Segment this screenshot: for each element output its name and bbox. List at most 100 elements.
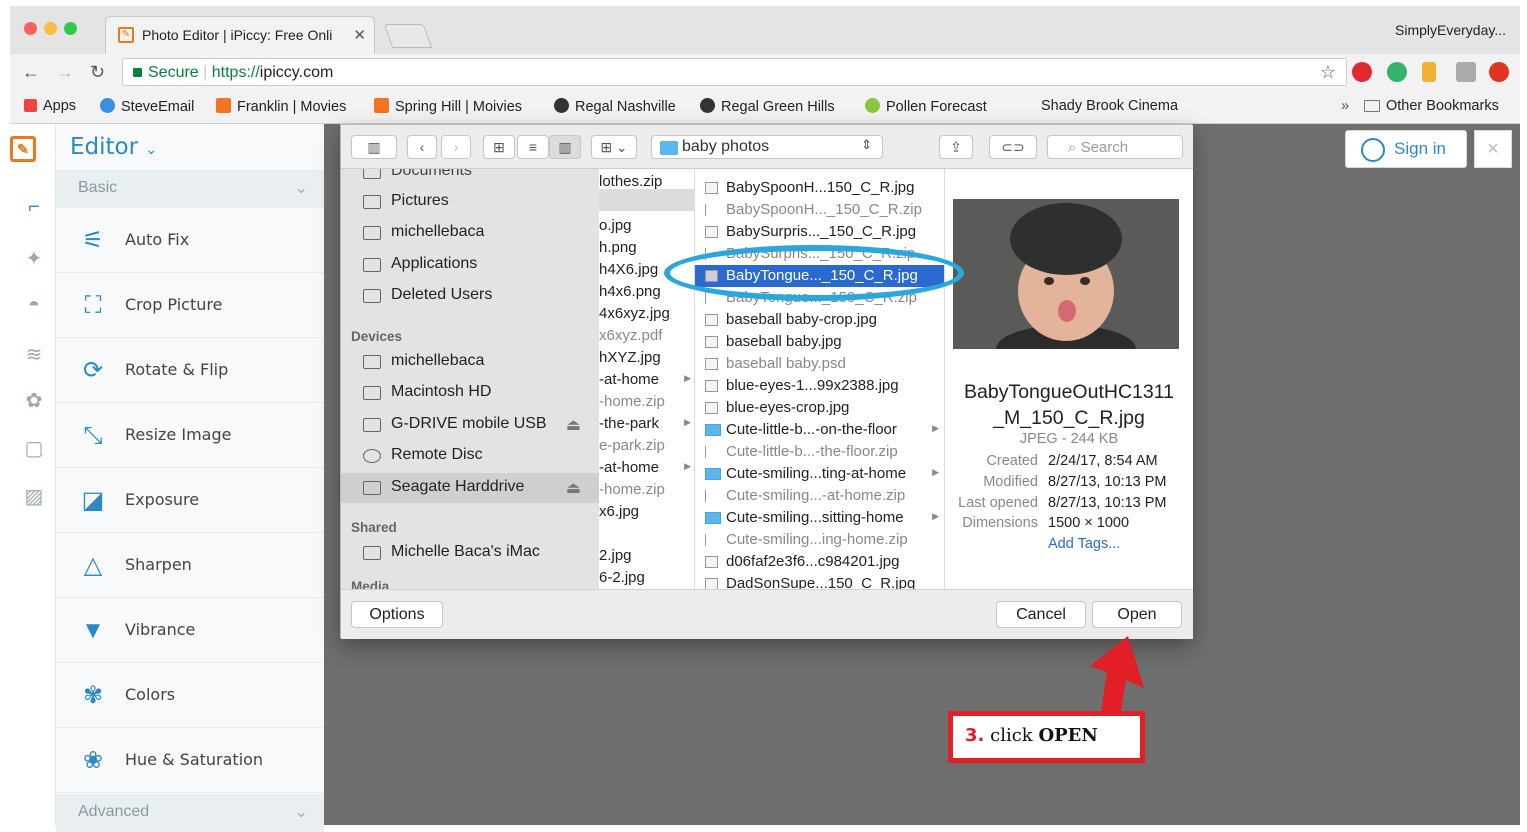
- section-basic[interactable]: Basic ⌄: [56, 170, 324, 208]
- icon-view-icon[interactable]: ⊞: [483, 135, 515, 159]
- magic-wand-rail-icon[interactable]: ✦: [22, 246, 46, 270]
- list-item[interactable]: hXYZ.jpg: [599, 349, 694, 366]
- back-icon[interactable]: ←: [22, 62, 40, 83]
- sign-in-button[interactable]: Sign in: [1345, 130, 1467, 168]
- file-row[interactable]: blue-eyes-crop.jpg: [695, 397, 944, 419]
- tool-sharpen[interactable]: △ Sharpen: [56, 533, 324, 598]
- frame-rail-icon[interactable]: ▢: [22, 436, 46, 460]
- list-item[interactable]: 2.jpg: [599, 547, 694, 564]
- back-icon[interactable]: ‹: [407, 135, 437, 159]
- file-row[interactable]: baseball baby-crop.jpg: [695, 309, 944, 331]
- face-rail-icon[interactable]: ◓: [22, 294, 46, 318]
- close-editor-button[interactable]: ×: [1474, 130, 1512, 168]
- bookmark-regal-green-hills[interactable]: Regal Green Hills: [700, 98, 835, 115]
- file-row[interactable]: blue-eyes-1...99x2388.jpg: [695, 375, 944, 397]
- list-item[interactable]: 6-2.jpg: [599, 569, 694, 586]
- list-item[interactable]: lothes.zip: [599, 173, 694, 190]
- bookmark-regal-nashville[interactable]: Regal Nashville: [554, 98, 676, 115]
- sidebar-item-seagate[interactable]: Seagate Harddrive ⏏: [341, 473, 599, 503]
- sidebar-toggle-icon[interactable]: ▥: [351, 135, 397, 159]
- omnibox[interactable]: Secure | https://ipiccy.com ☆: [122, 58, 1347, 86]
- profile-name[interactable]: SimplyEveryday...: [1395, 22, 1506, 38]
- list-item[interactable]: x6xyz.pdf: [599, 327, 694, 344]
- sidebar-item-computer[interactable]: michellebaca: [341, 347, 599, 377]
- file-row[interactable]: baseball baby.jpg: [695, 331, 944, 353]
- list-item[interactable]: x6.jpg: [599, 503, 694, 520]
- bookmark-franklin[interactable]: Franklin | Movies: [216, 98, 346, 115]
- tag-icon[interactable]: ⊂⊃: [989, 135, 1037, 159]
- sidebar-item-applications[interactable]: Applications: [341, 250, 599, 280]
- section-advanced[interactable]: Advanced ⌄: [56, 794, 324, 832]
- list-item[interactable]: o.jpg: [599, 217, 694, 234]
- zoom-window-icon[interactable]: [64, 22, 77, 35]
- tool-resize-image[interactable]: ⤡ Resize Image: [56, 403, 324, 468]
- effects-rail-icon[interactable]: ✿: [22, 388, 46, 412]
- tool-hue-saturation[interactable]: ❀ Hue & Saturation: [56, 728, 324, 793]
- sidebar-item-remote-disc[interactable]: Remote Disc: [341, 441, 599, 471]
- list-item[interactable]: -home.zip: [599, 481, 694, 498]
- tool-crop-picture[interactable]: ⛶ Crop Picture: [56, 273, 324, 338]
- file-row[interactable]: DadSonSupe...150_C_R.jpg: [695, 573, 944, 589]
- star-icon[interactable]: ☆: [1320, 62, 1336, 83]
- column-view-icon[interactable]: ▥: [549, 135, 581, 159]
- tool-vibrance[interactable]: ▼ Vibrance: [56, 598, 324, 663]
- folder-row[interactable]: Cute-smiling...ting-at-home ▶: [695, 463, 944, 485]
- cancel-button[interactable]: Cancel: [996, 601, 1086, 628]
- layers-rail-icon[interactable]: ≋: [22, 342, 46, 366]
- new-tab-button[interactable]: [383, 24, 433, 48]
- share-icon[interactable]: ⇪: [939, 135, 973, 159]
- feather-extension-icon[interactable]: [1422, 62, 1436, 82]
- file-row[interactable]: Cute-smiling...-at-home.zip: [695, 485, 944, 507]
- list-item[interactable]: h.png: [599, 239, 694, 256]
- bookmark-other[interactable]: Other Bookmarks: [1364, 98, 1499, 114]
- editor-menu[interactable]: Editor ⌄: [56, 124, 324, 170]
- options-button[interactable]: Options: [351, 601, 443, 628]
- ipiccy-logo-icon[interactable]: ✎: [10, 136, 36, 162]
- bookmark-pollen-forecast[interactable]: Pollen Forecast: [865, 98, 987, 115]
- list-item[interactable]: e-park.zip: [599, 437, 694, 454]
- file-row[interactable]: BabySurpris..._150_C_R.jpg: [695, 221, 944, 243]
- crop-rail-icon[interactable]: ⌐: [22, 196, 46, 220]
- bookmark-apps[interactable]: Apps: [24, 98, 76, 114]
- list-item[interactable]: -home.zip: [599, 393, 694, 410]
- forward-icon[interactable]: →: [56, 62, 74, 83]
- folder-row[interactable]: Cute-smiling...sitting-home ▶: [695, 507, 944, 529]
- search-field[interactable]: ⌕ Search: [1047, 135, 1183, 159]
- close-tab-icon[interactable]: ✕: [353, 26, 366, 44]
- tool-auto-fix[interactable]: ⚟ Auto Fix: [56, 208, 324, 273]
- open-button[interactable]: Open: [1092, 601, 1182, 628]
- folder-row[interactable]: Cute-little-b...-on-the-floor ▶: [695, 419, 944, 441]
- grammarly-icon[interactable]: [1387, 62, 1407, 82]
- list-item[interactable]: 4x6xyz.jpg: [599, 305, 694, 322]
- file-row[interactable]: Cute-smiling...ing-home.zip: [695, 529, 944, 551]
- texture-rail-icon[interactable]: ▨: [22, 484, 46, 508]
- add-tags-link[interactable]: Add Tags...: [1048, 536, 1120, 552]
- tool-rotate-flip[interactable]: ⟳ Rotate & Flip: [56, 338, 324, 403]
- lastpass-icon[interactable]: [1489, 62, 1509, 82]
- file-row[interactable]: BabySpoonH...150_C_R.jpg: [695, 177, 944, 199]
- list-item[interactable]: -at-home ▶: [599, 371, 694, 388]
- file-row[interactable]: d06faf2e3f6...c984201.jpg: [695, 551, 944, 573]
- sidebar-item-deleted-users[interactable]: Deleted Users: [341, 281, 599, 311]
- browser-tab[interactable]: ✎ Photo Editor | iPiccy: Free Onli ✕: [105, 16, 375, 54]
- sidebar-item-home[interactable]: michellebaca: [341, 218, 599, 248]
- eject-icon[interactable]: ⏏: [566, 415, 581, 435]
- reload-icon[interactable]: ↻: [90, 62, 105, 83]
- list-view-icon[interactable]: ≡: [517, 135, 549, 159]
- pinterest-icon[interactable]: [1352, 62, 1372, 82]
- tool-colors[interactable]: ✾ Colors: [56, 663, 324, 728]
- path-selector[interactable]: baby photos ⇕: [651, 135, 883, 159]
- minimize-window-icon[interactable]: [44, 22, 57, 35]
- list-item[interactable]: -the-park ▶: [599, 415, 694, 432]
- close-window-icon[interactable]: [24, 22, 37, 35]
- sidebar-item-macintosh-hd[interactable]: Macintosh HD: [341, 378, 599, 408]
- forward-icon[interactable]: ›: [441, 135, 471, 159]
- sidebar-item-documents[interactable]: Documents: [341, 169, 599, 187]
- extension-icon[interactable]: [1456, 62, 1476, 82]
- bookmark-spring-hill[interactable]: Spring Hill | Moivies: [374, 98, 522, 115]
- bookmark-shady-brook[interactable]: Shady Brook Cinema: [1041, 98, 1178, 114]
- sidebar-item-shared-imac[interactable]: Michelle Baca's iMac: [341, 538, 599, 568]
- tool-exposure[interactable]: ◪ Exposure: [56, 468, 324, 533]
- arrange-menu-icon[interactable]: ⊞ ⌄: [591, 135, 637, 159]
- more-bookmarks-icon[interactable]: »: [1341, 98, 1349, 114]
